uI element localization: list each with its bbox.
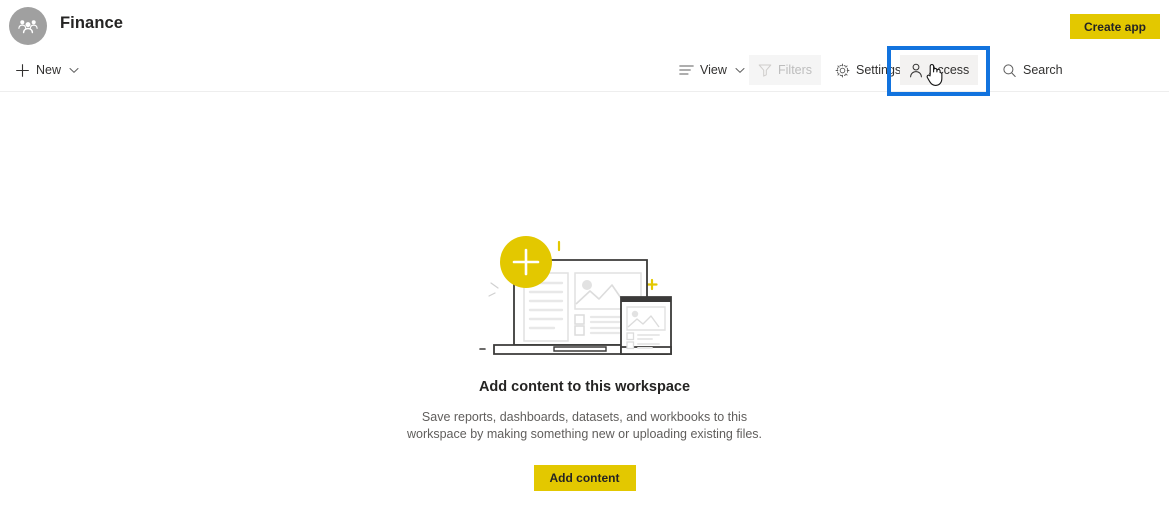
page-title: Finance bbox=[60, 14, 124, 32]
add-content-button[interactable]: Add content bbox=[533, 465, 636, 491]
chevron-down-icon bbox=[69, 67, 79, 74]
gear-icon bbox=[835, 63, 850, 78]
new-button[interactable]: New bbox=[6, 55, 88, 85]
create-app-button[interactable]: Create app bbox=[1069, 14, 1160, 39]
workspace-avatar bbox=[9, 7, 47, 45]
chevron-down-icon bbox=[735, 67, 745, 74]
filters-button[interactable]: Filters bbox=[749, 55, 822, 85]
view-button[interactable]: View bbox=[670, 55, 754, 85]
search-button[interactable]: Search bbox=[993, 55, 1072, 85]
magnifier-icon bbox=[1002, 63, 1017, 78]
plus-icon bbox=[15, 63, 30, 78]
funnel-icon bbox=[758, 63, 772, 77]
page-header: Finance Create app bbox=[0, 0, 1169, 50]
person-icon bbox=[909, 63, 923, 78]
laptop-phone-add-content-illustration bbox=[475, 230, 695, 365]
settings-button-label: Settings bbox=[856, 62, 902, 77]
settings-button[interactable]: Settings bbox=[826, 55, 910, 85]
empty-state-description-line1: Save reports, dashboards, datasets, and … bbox=[421, 410, 748, 424]
empty-state-description: Save reports, dashboards, datasets, and … bbox=[407, 409, 762, 443]
new-button-label: New bbox=[36, 62, 62, 77]
empty-state-description-line2: workspace by making something new or upl… bbox=[406, 427, 763, 441]
workspace-toolbar: New View Filters Settings Access Search bbox=[0, 50, 1169, 92]
access-button[interactable]: Access bbox=[900, 55, 979, 85]
access-button-label: Access bbox=[929, 62, 970, 77]
empty-state-title: Add content to this workspace bbox=[478, 379, 691, 395]
view-button-label: View bbox=[700, 62, 727, 77]
filters-button-label: Filters bbox=[778, 62, 813, 77]
workspace-page: Finance Create app New View Filters Sett… bbox=[0, 0, 1169, 511]
empty-state-panel: Add content to this workspace Save repor… bbox=[0, 92, 1169, 511]
search-button-label: Search bbox=[1023, 62, 1063, 77]
list-lines-icon bbox=[679, 64, 694, 76]
group-people-icon bbox=[17, 18, 39, 34]
